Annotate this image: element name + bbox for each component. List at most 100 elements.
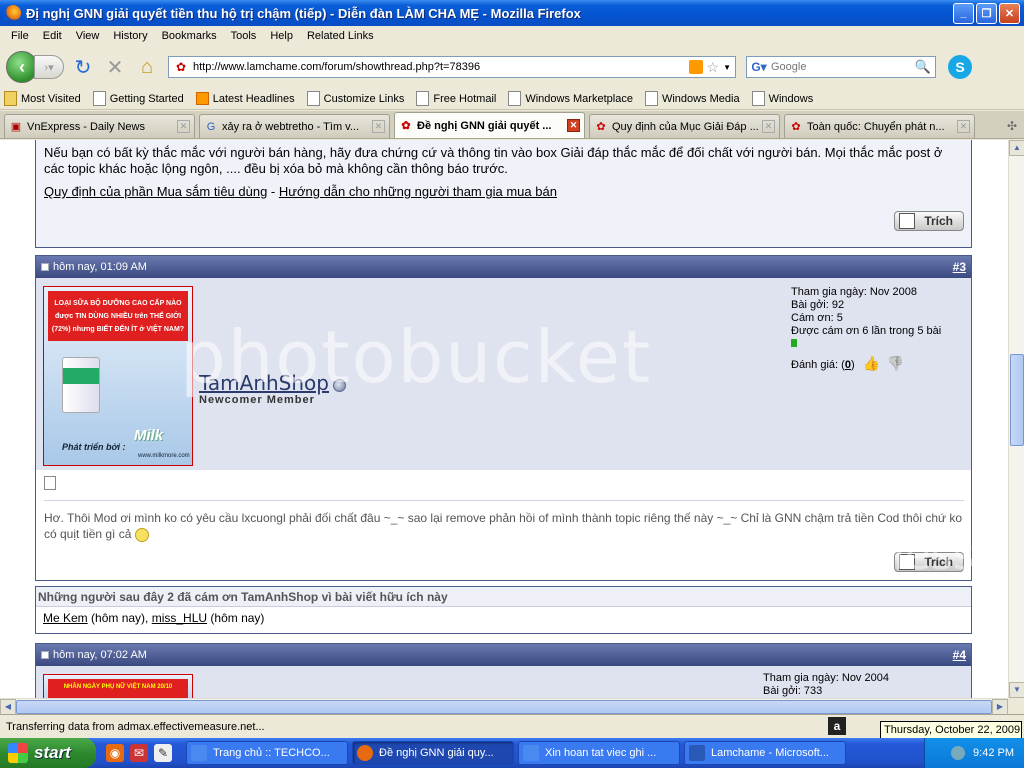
scroll-up-icon[interactable]: ▲ (1009, 140, 1024, 156)
post-page-icon (44, 476, 56, 490)
reload-button[interactable]: ↻ (70, 54, 96, 80)
google-engine-icon[interactable]: G▾ (747, 58, 771, 76)
divider (44, 500, 964, 501)
quote-button[interactable]: Trích (894, 552, 964, 572)
start-button[interactable]: start (0, 738, 96, 768)
quote-icon (899, 554, 915, 570)
post-message: Hơ. Thôi Mod ơi mình ko có yêu cầu lxcuo… (44, 511, 963, 542)
search-bar[interactable]: G▾ 🔍 (746, 56, 936, 78)
bookmark-windows-media[interactable]: Windows Media (644, 91, 740, 106)
tab-list-icon[interactable]: ✣ (1000, 114, 1024, 138)
thanks-user-link[interactable]: Me Kem (43, 611, 88, 625)
scroll-left-icon[interactable]: ◀ (0, 699, 16, 715)
post-rules-box: Nếu bạn có bất kỳ thắc mắc với người bán… (35, 140, 972, 248)
skype-icon[interactable]: S (948, 55, 972, 79)
post-number-link[interactable]: #3 (953, 260, 966, 274)
user-stats: Tham gia ngày: Nov 2004 Bài gởi: 733 (763, 672, 889, 698)
hscroll-thumb[interactable] (16, 700, 992, 714)
url-input[interactable] (193, 61, 689, 73)
editor-quicklaunch-icon[interactable]: ✎ (154, 744, 172, 762)
tab-vnexpress[interactable]: ▣ VnExpress - Daily News ✕ (4, 114, 195, 138)
bookmark-windows[interactable]: Windows (751, 91, 813, 106)
thanked-count: Được cám ơn 6 lần trong 5 bài (791, 325, 942, 337)
thanks-user-link[interactable]: miss_HLU (152, 611, 207, 625)
window-titlebar: Đị nghị GNN giải quyết tiền thu hộ trị c… (0, 0, 1024, 26)
link-buyer-guide[interactable]: Hướng dẫn cho những người tham gia mua b… (279, 184, 557, 199)
thanks-box: Những người sau đây 2 đã cám ơn TamAnhSh… (35, 586, 972, 634)
username-link[interactable]: TamAnhShop (199, 371, 329, 395)
page-icon (644, 91, 658, 106)
status-bar: Transferring data from admax.effectiveme… (0, 714, 1024, 738)
bookmark-star-icon[interactable]: ☆ (707, 59, 720, 76)
post-icon (41, 263, 49, 271)
menu-tools[interactable]: Tools (224, 30, 264, 42)
post-count: Bài gởi: 733 (763, 685, 823, 697)
user-stats: Tham gia ngày: Nov 2008 Bài gởi: 92 Cám … (791, 286, 941, 373)
tab-close-icon[interactable]: ✕ (762, 120, 775, 133)
search-icon[interactable]: 🔍 (915, 59, 931, 75)
close-button[interactable]: ✕ (999, 2, 1020, 24)
tab-toan-quoc[interactable]: ✿ Toàn quốc: Chuyển phát n... ✕ (784, 114, 975, 138)
avatar-banner: NHÂN NGÀY PHỤ NỮ VIỆT NAM 20/10 (48, 679, 188, 698)
menu-related-links[interactable]: Related Links (300, 30, 381, 42)
vertical-scrollbar[interactable]: ▲ ▼ (1008, 140, 1024, 698)
navigation-toolbar: ‹ ›▾ ↻ ✕ ⌂ ✿ ☆ ▼ G▾ 🔍 S (0, 46, 1024, 88)
url-dropdown-icon[interactable]: ▼ (723, 63, 731, 72)
stop-button[interactable]: ✕ (102, 54, 128, 80)
tray-expand-icon[interactable] (951, 746, 966, 760)
tab-webtretho[interactable]: Gxảy ra ở webtretho - Tìm v... ✕ (199, 114, 390, 138)
media-quicklaunch-icon[interactable]: ✉ (130, 744, 148, 762)
taskbar-button-techco[interactable]: Trang chủ :: TECHCO... (186, 741, 348, 765)
clock[interactable]: 9:42 PM (973, 747, 1014, 759)
maximize-button[interactable]: ❐ (976, 2, 997, 24)
home-button[interactable]: ⌂ (134, 54, 160, 80)
menu-bookmarks[interactable]: Bookmarks (155, 30, 224, 42)
tab-quy-dinh[interactable]: ✿ Quy định của Mục Giải Đáp ... ✕ (589, 114, 780, 138)
taskbar-button-firefox[interactable]: Đề nghị GNN giải quy... (352, 741, 514, 765)
avatar: NHÂN NGÀY PHỤ NỮ VIỆT NAM 20/10 (43, 674, 193, 698)
bookmark-latest-headlines[interactable]: Latest Headlines (195, 92, 295, 105)
tab-current-thread[interactable]: ✿ Đề nghị GNN giải quyết ... ✕ (394, 112, 585, 138)
bookmark-getting-started[interactable]: Getting Started (92, 91, 184, 106)
page-icon (92, 91, 106, 106)
search-input[interactable] (771, 61, 915, 73)
bookmark-customize-links[interactable]: Customize Links (306, 91, 404, 106)
thumbs-up-icon[interactable]: 👍 (863, 356, 880, 373)
scroll-down-icon[interactable]: ▼ (1009, 682, 1024, 698)
minimize-button[interactable]: _ (953, 2, 974, 24)
tab-close-icon[interactable]: ✕ (957, 120, 970, 133)
status-text: Transferring data from admax.effectiveme… (6, 720, 265, 733)
post-date: hôm nay, 07:02 AM (53, 649, 147, 661)
bookmark-most-visited[interactable]: Most Visited (4, 91, 81, 106)
taskbar-button-xin-hoan[interactable]: Xin hoan tat viec ghi ... (518, 741, 680, 765)
scroll-right-icon[interactable]: ▶ (992, 699, 1008, 715)
taskbar-button-word[interactable]: Lamchame - Microsoft... (684, 741, 846, 765)
url-bar[interactable]: ✿ ☆ ▼ (168, 56, 736, 78)
menu-edit[interactable]: Edit (36, 30, 69, 42)
horizontal-scrollbar[interactable]: ◀ ▶ (0, 698, 1008, 715)
adblock-icon[interactable]: a (828, 717, 846, 735)
tab-close-icon[interactable]: ✕ (567, 119, 580, 132)
bookmark-windows-marketplace[interactable]: Windows Marketplace (508, 91, 633, 106)
rss-icon (195, 92, 209, 105)
windows-logo-icon (8, 743, 28, 763)
tab-close-icon[interactable]: ✕ (372, 120, 385, 133)
system-tray: 9:42 PM (924, 738, 1024, 768)
menu-view[interactable]: View (69, 30, 107, 42)
tab-close-icon[interactable]: ✕ (177, 120, 190, 133)
rss-feed-icon[interactable] (688, 60, 703, 74)
menu-help[interactable]: Help (263, 30, 300, 42)
post-number-link[interactable]: #4 (953, 648, 966, 662)
firefox-quicklaunch-icon[interactable]: ◉ (106, 744, 124, 762)
menu-bar: File Edit View History Bookmarks Tools H… (0, 26, 1024, 46)
menu-history[interactable]: History (106, 30, 154, 42)
menu-file[interactable]: File (4, 30, 36, 42)
bookmark-free-hotmail[interactable]: Free Hotmail (416, 91, 496, 106)
scroll-thumb[interactable] (1010, 354, 1024, 446)
forward-button[interactable]: ›▾ (34, 55, 64, 79)
thumbs-down-icon[interactable]: 👎 (887, 356, 904, 373)
post-4: hôm nay, 07:02 AM #4 NHÂN NGÀY PHỤ NỮ VI… (35, 643, 972, 698)
thanks-count: Cám ơn: 5 (791, 312, 843, 324)
quote-button[interactable]: Trích (894, 211, 964, 231)
link-shopping-rules[interactable]: Quy định của phần Mua sắm tiêu dùng (44, 184, 267, 199)
